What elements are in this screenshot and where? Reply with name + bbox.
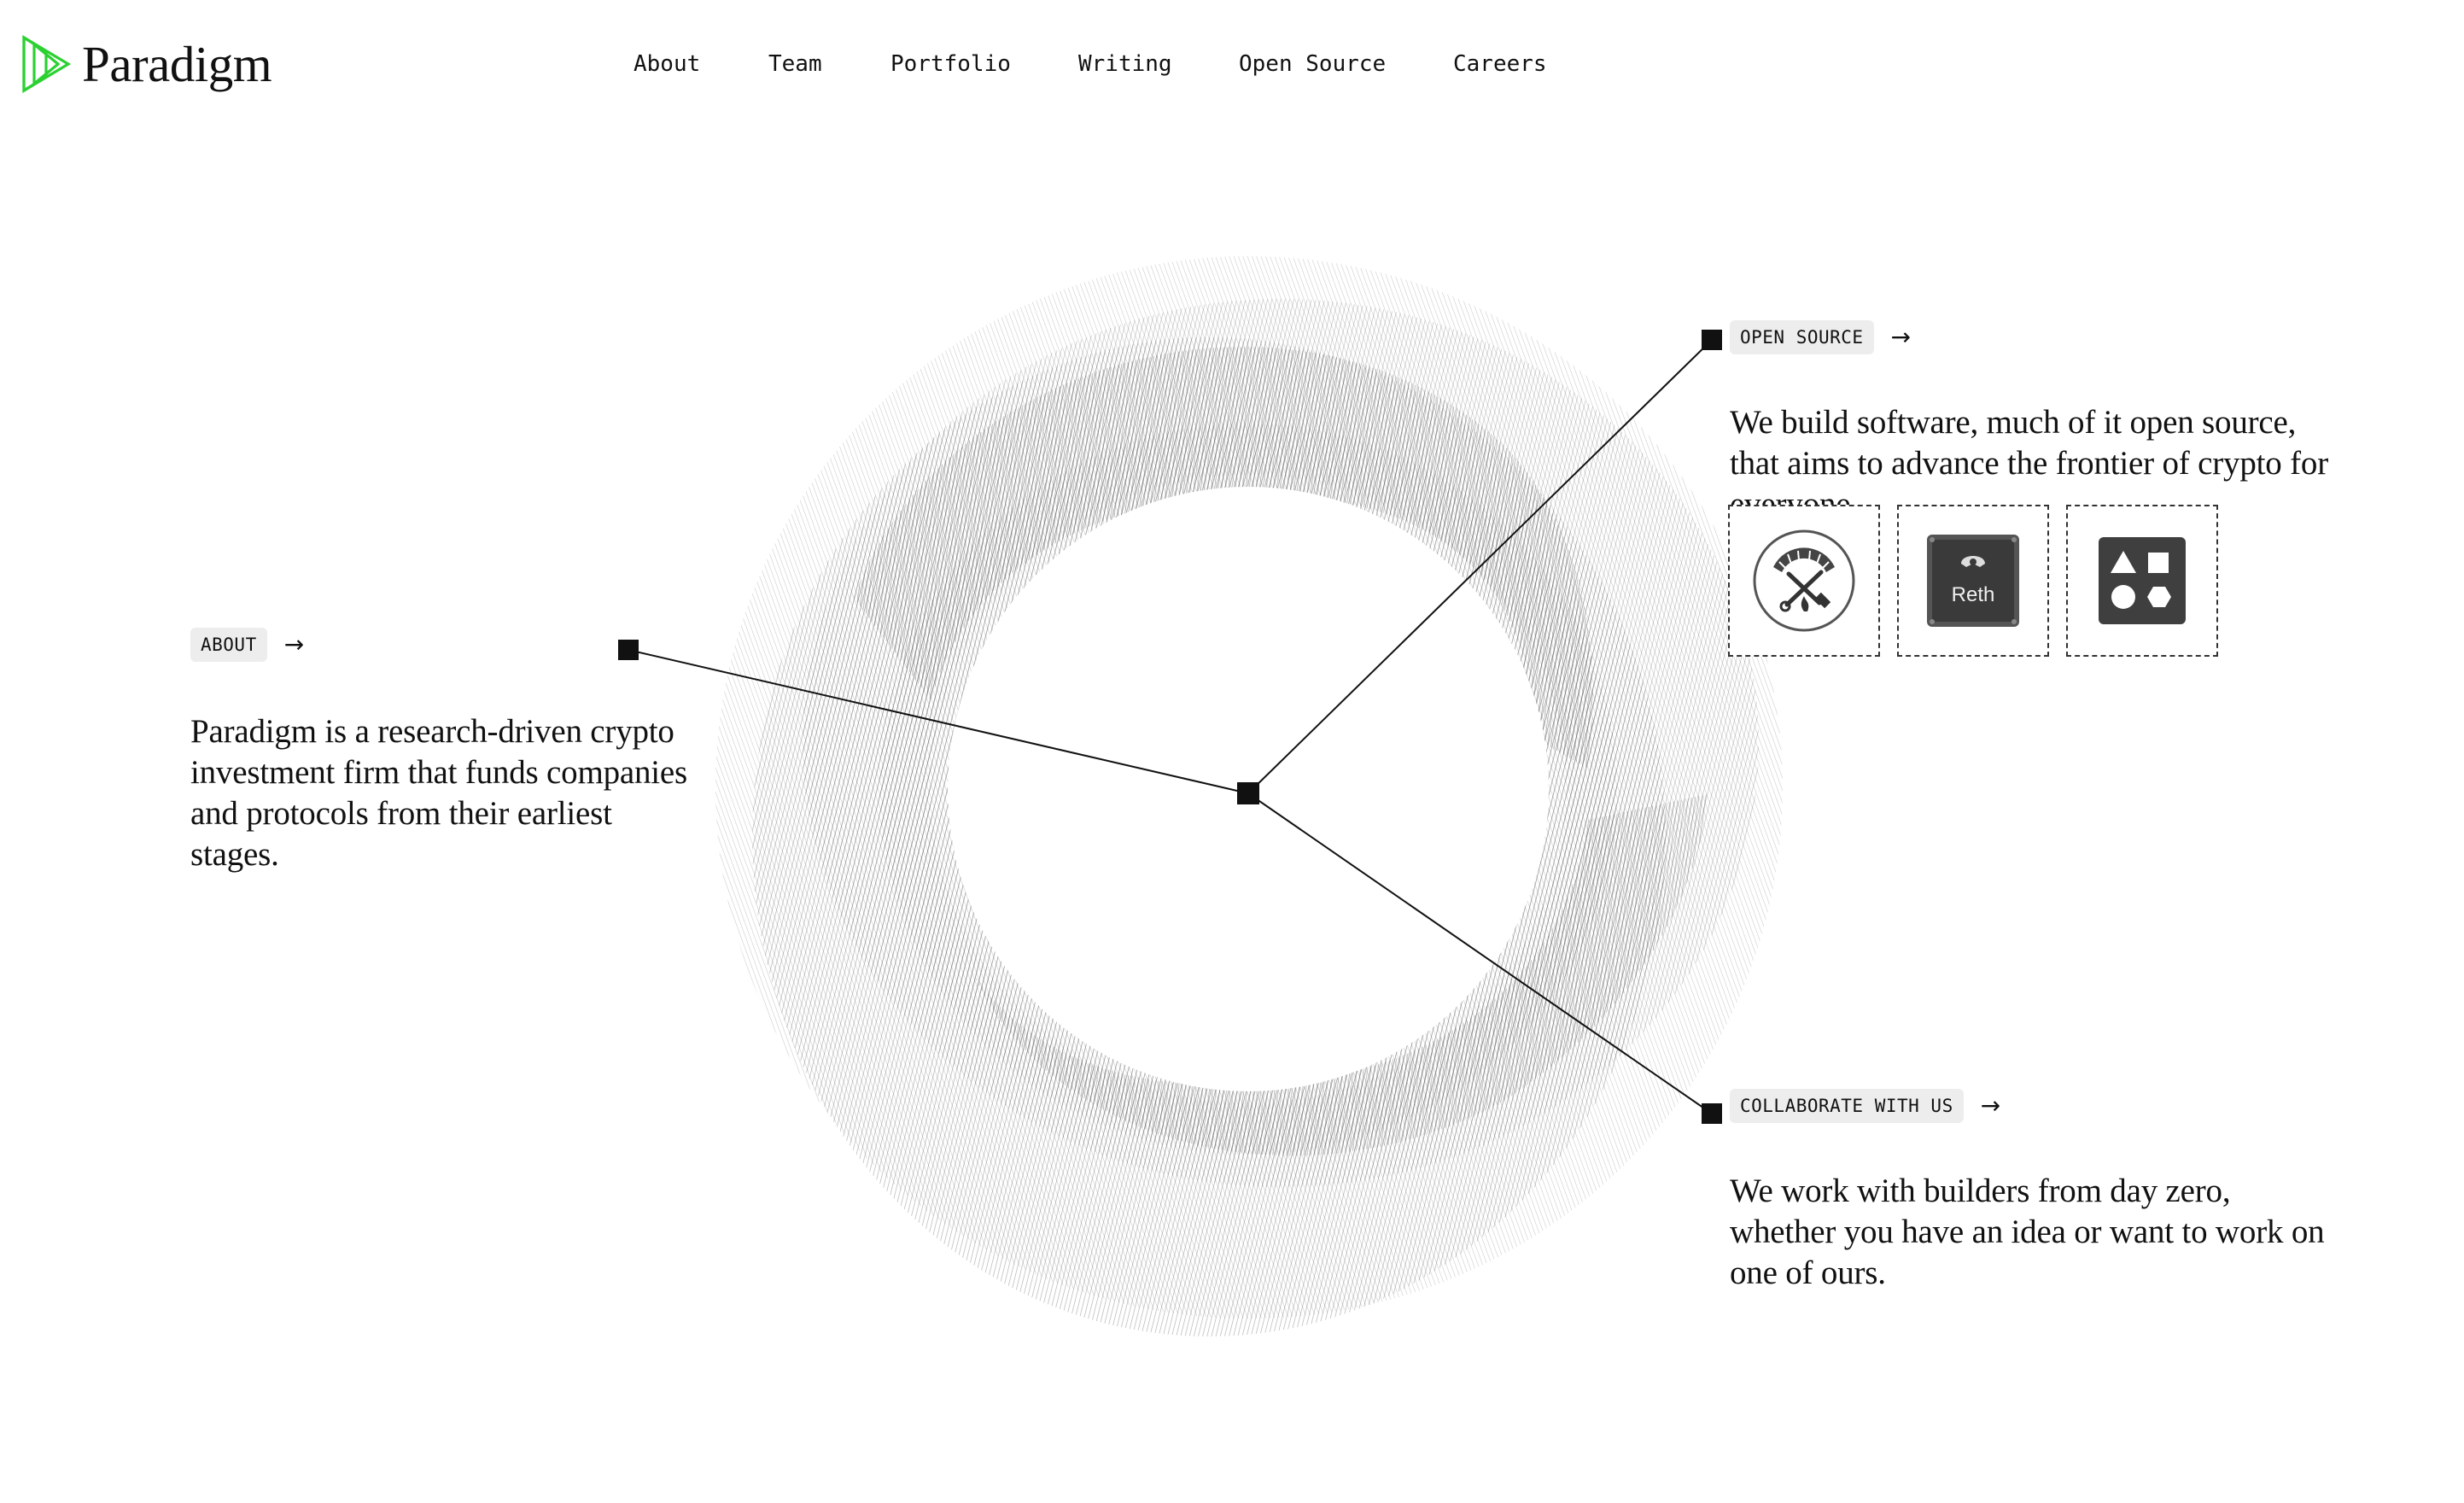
collaborate-node	[1702, 1103, 1722, 1124]
shapes-icon	[2099, 537, 2186, 624]
center-node	[1237, 782, 1259, 804]
about-text: Paradigm is a research-driven crypto inv…	[190, 713, 688, 873]
foundry-icon	[1753, 529, 1855, 632]
project-tile-foundry[interactable]	[1728, 505, 1880, 657]
open-source-callout: OPEN SOURCE → We build software, much of…	[1730, 320, 2344, 525]
collaborate-arrow-icon[interactable]: →	[1981, 1089, 2000, 1123]
reth-label: Reth	[1952, 583, 1995, 606]
project-tile-reth[interactable]: Reth	[1897, 505, 2049, 657]
about-tag[interactable]: ABOUT	[190, 628, 267, 662]
project-tile-shapes[interactable]	[2066, 505, 2218, 657]
about-arrow-icon[interactable]: →	[284, 628, 304, 662]
collaborate-text: We work with builders from day zero, whe…	[1730, 1173, 2325, 1291]
collaborate-tag[interactable]: COLLABORATE WITH US	[1730, 1089, 1964, 1123]
collaborate-callout: COLLABORATE WITH US → We work with build…	[1730, 1089, 2344, 1294]
open-source-arrow-icon[interactable]: →	[1891, 320, 1911, 354]
open-source-projects: Reth	[1728, 505, 2218, 657]
open-source-tag[interactable]: OPEN SOURCE	[1730, 320, 1874, 354]
open-source-node	[1702, 330, 1722, 350]
about-callout: ABOUT → Paradigm is a research-driven cr…	[190, 628, 703, 875]
reth-icon: Reth	[1927, 535, 2019, 627]
